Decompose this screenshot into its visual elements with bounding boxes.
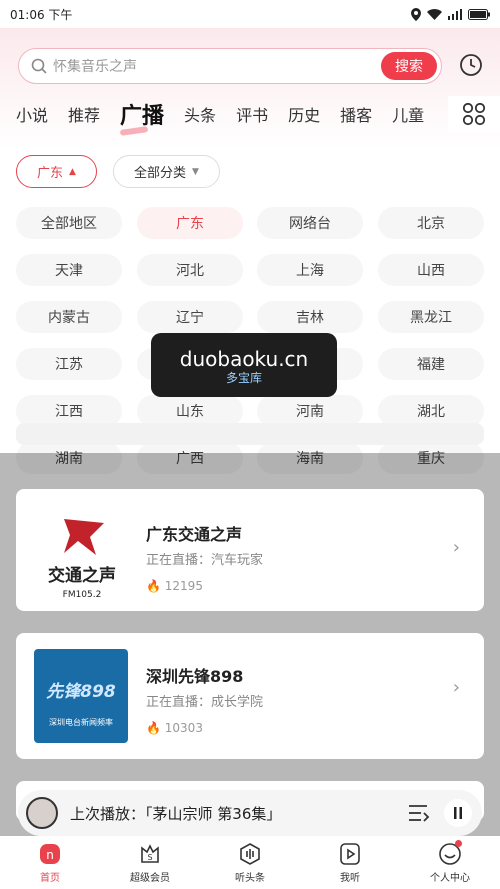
watermark-site-name: 多宝库 [225,371,262,385]
search-input[interactable]: 怀集音乐之声 [53,56,381,76]
station-card-2[interactable]: 先锋898 深圳电台新闻频率 深圳先锋898 正在直播：成长学院 🔥 10303 … [16,633,484,759]
region-option[interactable]: 江苏 [16,348,122,380]
vip-icon: S [141,843,159,863]
filter-bar: 广东 ▲ 全部分类 ▼ [16,155,220,188]
wifi-icon [427,8,442,20]
station-logo-sz-pioneer: 先锋898 深圳电台新闻频率 [34,649,128,743]
nav-vip[interactable]: S 超级会员 [100,836,200,889]
tab-podcast[interactable]: 播客 [340,102,372,126]
grid-menu-icon [462,102,486,126]
region-filter[interactable]: 广东 ▲ [16,155,97,188]
status-bar: 01:06 下午 [0,0,500,28]
chevron-right-icon: › [452,537,460,558]
nav-profile-label: 个人中心 [430,872,470,884]
watermark-toast: duobaoku.cn 多宝库 [151,333,337,397]
tab-recommend[interactable]: 推荐 [68,102,100,126]
search-button[interactable]: 搜索 [381,52,437,80]
category-filter[interactable]: 全部分类 ▼ [113,155,220,188]
category-tabs: 小说 推荐 广播 头条 评书 历史 播客 儿童 [0,96,500,132]
station-card-1[interactable]: 交通之声 FM105.2 广东交通之声 正在直播：汽车玩家 🔥 12195 › [16,489,484,611]
play-icon [340,842,360,865]
nav-profile[interactable]: 个人中心 [400,836,500,889]
region-option[interactable]: 山西 [378,254,484,286]
status-icons [411,7,490,21]
nav-home-label: 首页 [40,872,60,884]
tab-children[interactable]: 儿童 [392,102,424,126]
station-hot-count: 10303 [164,721,203,735]
region-option[interactable]: 上海 [257,254,363,286]
category-filter-label: 全部分类 [134,166,187,181]
tab-history[interactable]: 历史 [288,102,320,126]
region-option[interactable]: 辽宁 [137,301,243,333]
location-icon [411,7,421,21]
battery-icon [468,8,490,20]
region-option[interactable]: 北京 [378,207,484,239]
notification-dot [455,840,462,847]
station-hot: 🔥 10303 [146,721,203,735]
station-live: 正在直播：成长学院 [146,695,264,710]
pause-icon [454,807,462,819]
search-bar[interactable]: 怀集音乐之声 搜索 [18,48,442,84]
status-time: 01:06 下午 [10,7,73,22]
home-icon: n [40,843,60,864]
station-logo-gd-traffic: 交通之声 FM105.2 [34,509,130,605]
station-name: 广东交通之声 [146,525,243,544]
caret-up-icon: ▲ [69,166,76,177]
tab-radio[interactable]: 广播 [120,98,164,130]
svg-text:n: n [46,848,54,862]
svg-text:S: S [147,853,152,862]
playlist-icon[interactable] [408,803,430,823]
region-option[interactable]: 福建 [378,348,484,380]
region-option[interactable]: 吉林 [257,301,363,333]
nav-mylisten-label: 我听 [340,872,360,884]
station-logo-text: 先锋898 [46,682,116,702]
station-logo-sub: 深圳电台新闻频率 [49,717,113,727]
watermark-domain: duobaoku.cn [179,347,309,371]
last-played-text: 上次播放：「茅山宗师 第36集」 [70,804,282,823]
region-option[interactable]: 全部地区 [16,207,122,239]
tab-storytelling[interactable]: 评书 [236,102,268,126]
region-option[interactable]: 广东 [137,207,243,239]
station-hot: 🔥 12195 [146,579,203,593]
fire-icon: 🔥 [146,721,161,735]
tab-headline[interactable]: 头条 [184,102,216,126]
signal-icon [448,8,462,20]
nav-headline-label: 听头条 [235,872,265,884]
tab-novel[interactable]: 小说 [16,102,48,126]
region-option[interactable]: 河北 [137,254,243,286]
history-clock-icon[interactable] [459,53,483,77]
region-option[interactable]: 黑龙江 [378,301,484,333]
caret-down-icon: ▼ [192,166,199,177]
headline-icon [240,842,260,865]
search-icon [31,58,47,74]
station-name: 深圳先锋898 [146,667,244,686]
region-option[interactable]: 天津 [16,254,122,286]
station-hot-count: 12195 [164,579,203,593]
pause-button[interactable] [444,799,472,827]
region-option[interactable]: 内蒙古 [16,301,122,333]
region-filter-label: 广东 [37,166,64,181]
station-logo-text: 交通之声 [48,565,116,586]
station-logo-sub: FM105.2 [63,590,102,600]
mini-player[interactable]: 上次播放：「茅山宗师 第36集」 [18,790,482,836]
region-option[interactable]: 网络台 [257,207,363,239]
bottom-nav: n 首页 S 超级会员 听头条 我听 个人中心 [0,836,500,889]
nav-headline[interactable]: 听头条 [200,836,300,889]
nav-home[interactable]: n 首页 [0,836,100,889]
fire-icon: 🔥 [146,579,161,593]
station-live: 正在直播：汽车玩家 [146,553,264,568]
nav-mylisten[interactable]: 我听 [300,836,400,889]
nav-vip-label: 超级会员 [130,872,170,884]
chevron-right-icon: › [452,677,460,698]
all-categories-button[interactable] [448,96,500,132]
album-cover [26,797,58,829]
region-grid-peek [16,423,484,445]
